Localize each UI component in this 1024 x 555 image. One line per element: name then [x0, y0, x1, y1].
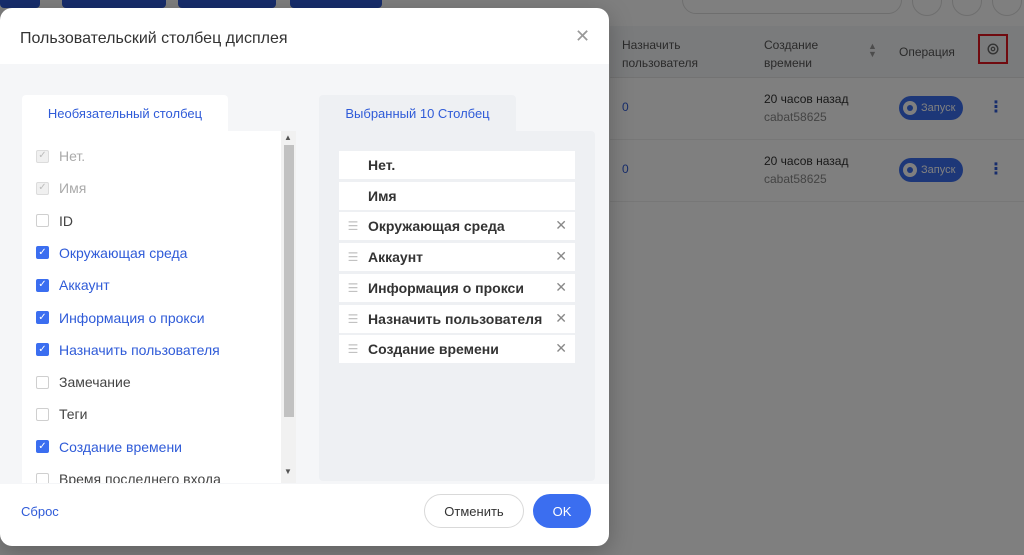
- optional-columns-list[interactable]: ✓ Нет. ✓ Имя ID ✓ Окружающая среда ✓ Аккаунт ✓ Инф…: [22, 131, 296, 483]
- tab-optional-columns[interactable]: Необязательный столбец: [22, 95, 228, 131]
- scroll-up-icon[interactable]: ▲: [284, 133, 292, 142]
- dialog-title: Пользовательский столбец дисплея: [20, 30, 288, 47]
- drag-handle-icon[interactable]: ☰: [347, 219, 359, 233]
- remove-icon[interactable]: ✕: [555, 248, 567, 265]
- column-option[interactable]: ✓ Создание времени: [36, 436, 182, 458]
- remove-icon[interactable]: ✕: [555, 340, 567, 357]
- checkbox: ✓: [36, 181, 49, 195]
- selected-column-item: Нет.: [339, 151, 575, 179]
- column-option[interactable]: ✓ Назначить пользователя: [36, 339, 220, 361]
- selected-column-item[interactable]: ☰ Создание времени ✕: [339, 335, 575, 364]
- selected-column-label: Информация о прокси: [368, 279, 524, 296]
- remove-icon[interactable]: ✕: [555, 217, 567, 234]
- custom-columns-dialog: Пользовательский столбец дисплея ✕ Необя…: [0, 8, 609, 546]
- selected-column-label: Назначить пользователя: [368, 310, 543, 327]
- remove-icon[interactable]: ✕: [555, 279, 567, 296]
- column-option-label: ID: [59, 212, 73, 229]
- selected-column-item[interactable]: ☰ Информация о прокси ✕: [339, 273, 575, 302]
- cancel-button[interactable]: Отменить: [424, 494, 524, 528]
- column-option[interactable]: ✓ Окружающая среда: [36, 242, 187, 264]
- reset-button[interactable]: Сброс: [21, 504, 59, 519]
- checkbox[interactable]: ✓: [36, 246, 49, 260]
- ok-button[interactable]: OK: [533, 494, 591, 528]
- drag-handle-icon[interactable]: ☰: [347, 342, 359, 356]
- checkbox[interactable]: [36, 472, 49, 483]
- selected-column-item[interactable]: ☰ Назначить пользователя ✕: [339, 304, 575, 333]
- drag-handle-icon[interactable]: ☰: [347, 281, 359, 295]
- column-option[interactable]: Замечание: [36, 371, 131, 393]
- checkbox[interactable]: ✓: [36, 311, 49, 324]
- remove-icon[interactable]: ✕: [555, 310, 567, 327]
- column-option-label: Нет.: [59, 148, 86, 164]
- selected-column-item[interactable]: ☰ Аккаунт ✕: [339, 243, 575, 272]
- tab-selected-columns[interactable]: Выбранный 10 Столбец: [319, 95, 516, 131]
- checkbox[interactable]: [36, 407, 49, 421]
- column-option-label: Назначить пользователя: [59, 341, 220, 358]
- selected-columns-list: Нет. Имя ☰ Окружающая среда ✕ ☰ Аккаунт ✕ ☰ Инфор…: [319, 131, 595, 481]
- scroll-down-icon[interactable]: ▼: [284, 467, 292, 476]
- checkbox: ✓: [36, 149, 49, 163]
- column-option-label: Время последнего входа: [59, 471, 221, 483]
- column-option: ✓ Нет.: [36, 145, 85, 167]
- checkbox[interactable]: ✓: [36, 278, 49, 292]
- selected-column-label: Окружающая среда: [368, 218, 505, 235]
- selected-column-label: Имя: [368, 187, 397, 204]
- scrollbar-thumb[interactable]: [284, 145, 294, 417]
- selected-column-label: Аккаунт: [368, 249, 424, 266]
- dialog-body: Необязательный столбец ✓ Нет. ✓ Имя ID ✓ Окруж…: [0, 64, 609, 484]
- close-icon[interactable]: ✕: [575, 26, 590, 47]
- column-option[interactable]: Время последнего входа: [36, 468, 221, 483]
- selected-column-label: Создание времени: [368, 341, 499, 358]
- checkbox[interactable]: ✓: [36, 343, 49, 357]
- checkbox[interactable]: ✓: [36, 440, 49, 454]
- column-option-label: Аккаунт: [59, 277, 110, 294]
- column-option-label: Замечание: [59, 374, 131, 391]
- column-option-label: Теги: [59, 406, 88, 423]
- checkbox[interactable]: [36, 214, 49, 228]
- column-option[interactable]: ✓ Аккаунт: [36, 274, 110, 296]
- checkbox[interactable]: [36, 375, 49, 389]
- column-option[interactable]: Теги: [36, 403, 87, 425]
- column-option: ✓ Имя: [36, 177, 86, 199]
- column-option[interactable]: ✓ Информация о прокси: [36, 307, 205, 329]
- column-option-label: Создание времени: [59, 438, 183, 455]
- drag-handle-icon[interactable]: ☰: [347, 250, 359, 264]
- column-option-label: Информация о прокси: [59, 309, 205, 326]
- column-option[interactable]: ID: [36, 210, 73, 232]
- selected-column-item: Имя: [339, 181, 575, 210]
- drag-handle-icon[interactable]: ☰: [347, 312, 359, 326]
- selected-column-label: Нет.: [368, 157, 396, 173]
- selected-column-item[interactable]: ☰ Окружающая среда ✕: [339, 212, 575, 241]
- column-option-label: Имя: [59, 180, 87, 197]
- column-option-label: Окружающая среда: [59, 244, 188, 261]
